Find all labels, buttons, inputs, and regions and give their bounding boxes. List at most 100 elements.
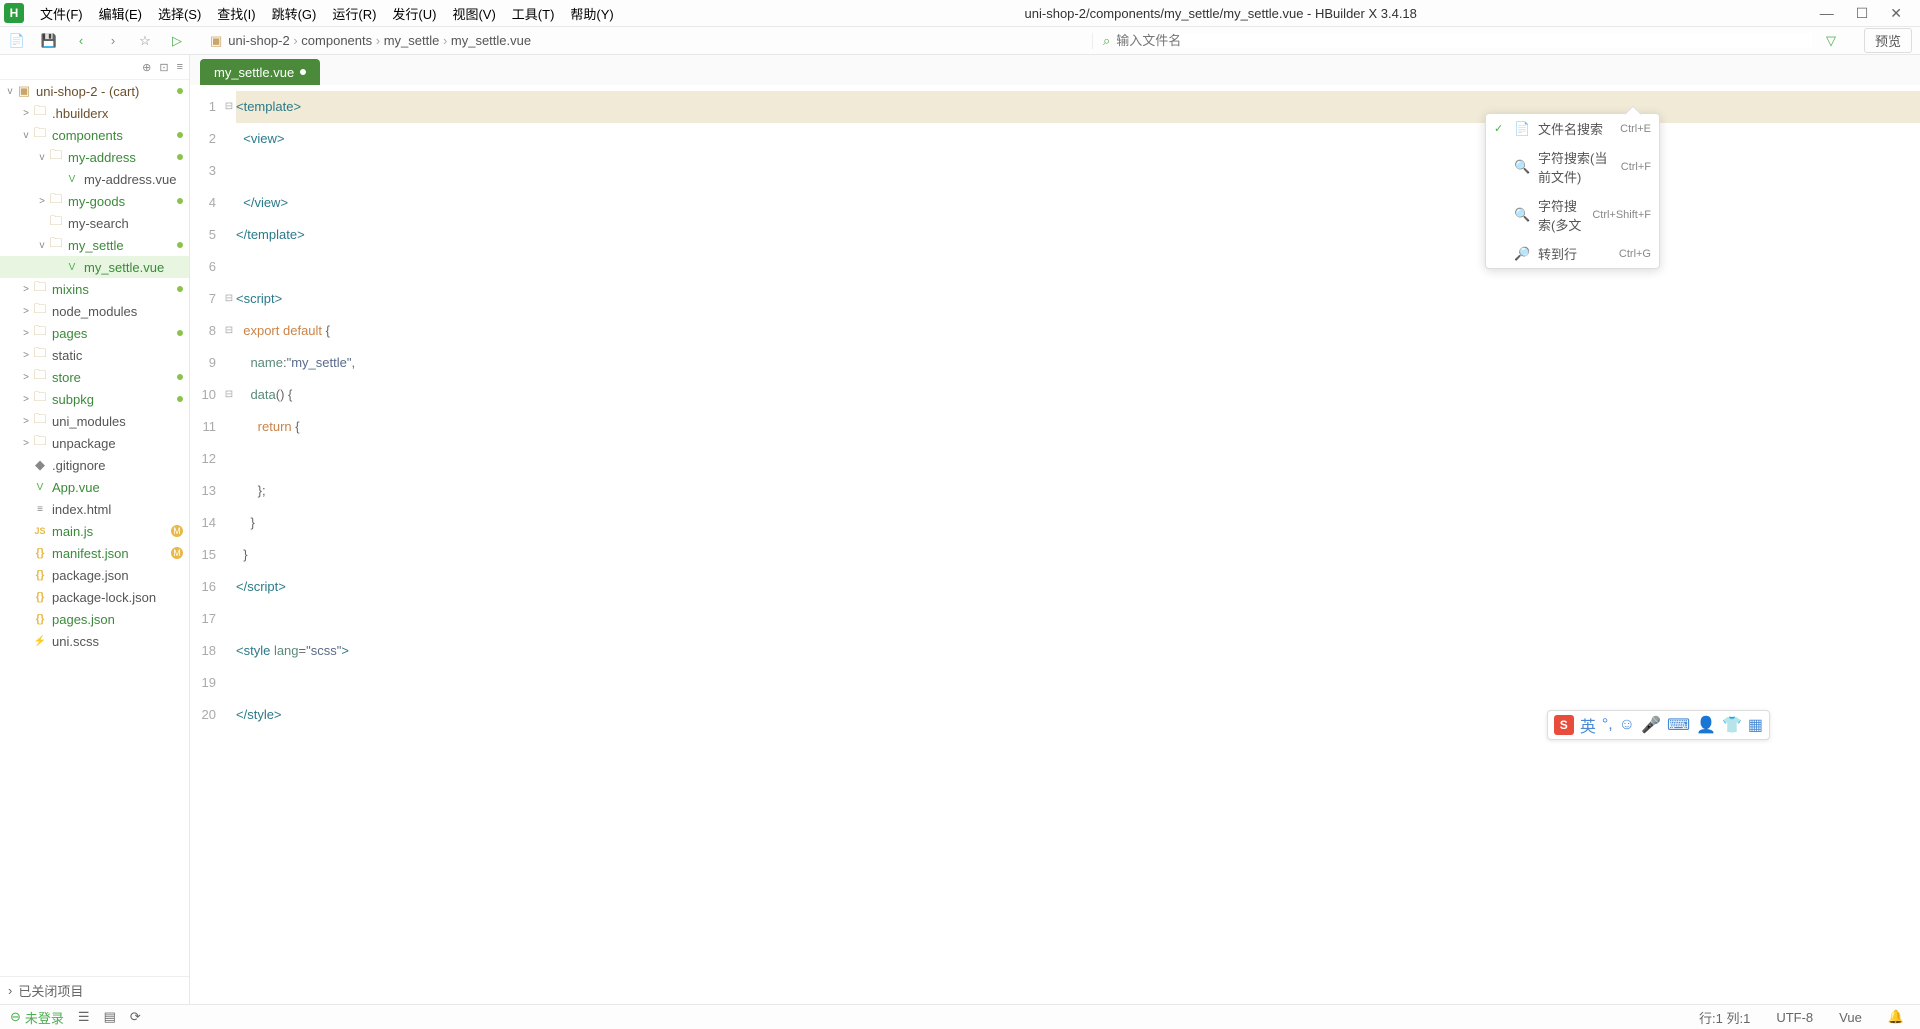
login-status[interactable]: ⊖ 未登录: [10, 1008, 64, 1027]
ime-punct-icon[interactable]: °,: [1602, 716, 1613, 734]
ime-voice-icon[interactable]: 🎤: [1641, 715, 1661, 735]
tree-item-pages[interactable]: >🗀pages: [0, 322, 189, 344]
code-line-7[interactable]: <script>: [236, 283, 1920, 315]
tree-item-pages.json[interactable]: {}pages.json: [0, 608, 189, 630]
folder-icon: 🗀: [32, 303, 48, 319]
minimize-icon[interactable]: —: [1820, 5, 1834, 22]
code-line-4[interactable]: </view>: [236, 187, 1920, 219]
tree-item-my-address.vue[interactable]: Vmy-address.vue: [0, 168, 189, 190]
code-line-5[interactable]: </template>: [236, 219, 1920, 251]
code-line-17[interactable]: [236, 603, 1920, 635]
sync-icon[interactable]: ⊡: [159, 61, 168, 74]
tree-item-mixins[interactable]: >🗀mixins: [0, 278, 189, 300]
ime-lang-icon[interactable]: 英: [1580, 713, 1596, 737]
breadcrumb-item[interactable]: my_settle.vue: [451, 33, 531, 48]
run-icon[interactable]: ▷: [168, 32, 186, 50]
tree-item-main.js[interactable]: JSmain.jsM: [0, 520, 189, 542]
menu-跳转(G)[interactable]: 跳转(G): [264, 4, 325, 23]
user-icon: ⊖: [10, 1009, 21, 1025]
ime-person-icon[interactable]: 👤: [1696, 715, 1716, 735]
project-root[interactable]: v ▣ uni-shop-2 - (cart): [0, 80, 189, 102]
star-icon[interactable]: ☆: [136, 32, 154, 50]
encoding[interactable]: UTF-8: [1770, 1010, 1819, 1025]
closed-projects[interactable]: › 已关闭项目: [0, 976, 189, 1004]
tree-item-my_settle[interactable]: v🗀my_settle: [0, 234, 189, 256]
menu-编辑(E)[interactable]: 编辑(E): [91, 4, 150, 23]
forward-icon[interactable]: ›: [104, 32, 122, 50]
breadcrumb-item[interactable]: my_settle: [384, 33, 440, 48]
tree-item-my-search[interactable]: 🗀my-search: [0, 212, 189, 234]
code-line-9[interactable]: name:"my_settle",: [236, 347, 1920, 379]
language-mode[interactable]: Vue: [1833, 1010, 1868, 1025]
ime-grid-icon[interactable]: ▦: [1748, 715, 1763, 735]
sb-terminal-icon[interactable]: ▤: [104, 1009, 116, 1025]
search-input[interactable]: [1116, 33, 1812, 48]
ime-keyboard-icon[interactable]: ⌨: [1667, 715, 1690, 735]
maximize-icon[interactable]: ☐: [1856, 5, 1869, 22]
menu-选择(S)[interactable]: 选择(S): [150, 4, 209, 23]
new-file-icon[interactable]: 📄: [8, 32, 26, 50]
code-line-13[interactable]: };: [236, 475, 1920, 507]
app-logo: H: [4, 3, 24, 23]
sb-sync-icon[interactable]: ⟳: [130, 1009, 141, 1025]
tree-item-uni_modules[interactable]: >🗀uni_modules: [0, 410, 189, 432]
filter-icon[interactable]: ▽: [1826, 33, 1836, 49]
back-icon[interactable]: ‹: [72, 32, 90, 50]
search-option-字符搜索(当前文件)[interactable]: 🔍字符搜索(当前文件)Ctrl+F: [1486, 143, 1659, 191]
menu-运行(R)[interactable]: 运行(R): [324, 4, 384, 23]
tree-item-my_settle.vue[interactable]: Vmy_settle.vue: [0, 256, 189, 278]
code-line-16[interactable]: </script>: [236, 571, 1920, 603]
code-line-2[interactable]: <view>: [236, 123, 1920, 155]
tree-item-static[interactable]: >🗀static: [0, 344, 189, 366]
code-line-3[interactable]: [236, 155, 1920, 187]
close-icon[interactable]: ✕: [1890, 5, 1902, 22]
ime-emoji-icon[interactable]: ☺: [1619, 716, 1635, 734]
save-icon[interactable]: 💾: [40, 32, 58, 50]
code-line-1[interactable]: <template>: [236, 91, 1920, 123]
tree-item-components[interactable]: v🗀components: [0, 124, 189, 146]
tree-item-subpkg[interactable]: >🗀subpkg: [0, 388, 189, 410]
sb-list-icon[interactable]: ☰: [78, 1009, 90, 1025]
code-line-6[interactable]: [236, 251, 1920, 283]
tree-item-index.html[interactable]: ≡index.html: [0, 498, 189, 520]
tree-item-package-lock.json[interactable]: {}package-lock.json: [0, 586, 189, 608]
breadcrumb-item[interactable]: uni-shop-2: [228, 33, 289, 48]
sidebar-menu-icon[interactable]: ≡: [177, 61, 183, 73]
code-line-18[interactable]: <style lang="scss">: [236, 635, 1920, 667]
code-line-10[interactable]: data() {: [236, 379, 1920, 411]
folder-icon: 🗀: [48, 193, 64, 209]
breadcrumb-item[interactable]: components: [301, 33, 372, 48]
code-line-12[interactable]: [236, 443, 1920, 475]
ime-toolbar[interactable]: S 英 °, ☺ 🎤 ⌨ 👤 👕 ▦: [1547, 710, 1770, 740]
code-line-15[interactable]: }: [236, 539, 1920, 571]
tree-item-package.json[interactable]: {}package.json: [0, 564, 189, 586]
menu-发行(U)[interactable]: 发行(U): [384, 4, 444, 23]
tree-item-.gitignore[interactable]: ◆.gitignore: [0, 454, 189, 476]
tree-item-uni.scss[interactable]: ⚡uni.scss: [0, 630, 189, 652]
tab-active[interactable]: my_settle.vue: [200, 59, 320, 85]
tree-item-my-goods[interactable]: >🗀my-goods: [0, 190, 189, 212]
notification-icon[interactable]: 🔔: [1882, 1009, 1910, 1025]
code-line-8[interactable]: export default {: [236, 315, 1920, 347]
code-line-11[interactable]: return {: [236, 411, 1920, 443]
ime-shirt-icon[interactable]: 👕: [1722, 715, 1742, 735]
tree-item-my-address[interactable]: v🗀my-address: [0, 146, 189, 168]
search-option-字符搜索(多文[interactable]: 🔍字符搜索(多文Ctrl+Shift+F: [1486, 191, 1659, 239]
search-option-转到行[interactable]: 🔎转到行Ctrl+G: [1486, 239, 1659, 268]
menu-视图(V)[interactable]: 视图(V): [444, 4, 503, 23]
code-line-14[interactable]: }: [236, 507, 1920, 539]
folder-icon: 🗀: [48, 237, 64, 253]
tree-item-node_modules[interactable]: >🗀node_modules: [0, 300, 189, 322]
collapse-all-icon[interactable]: ⊕: [142, 61, 151, 74]
tree-item-unpackage[interactable]: >🗀unpackage: [0, 432, 189, 454]
tree-item-manifest.json[interactable]: {}manifest.jsonM: [0, 542, 189, 564]
menu-工具(T)[interactable]: 工具(T): [504, 4, 563, 23]
menu-帮助(Y)[interactable]: 帮助(Y): [562, 4, 621, 23]
code-line-19[interactable]: [236, 667, 1920, 699]
tree-item-App.vue[interactable]: VApp.vue: [0, 476, 189, 498]
menu-查找(I)[interactable]: 查找(I): [209, 4, 263, 23]
menu-文件(F)[interactable]: 文件(F): [32, 4, 91, 23]
tree-item-store[interactable]: >🗀store: [0, 366, 189, 388]
tree-item-.hbuilderx[interactable]: >🗀.hbuilderx: [0, 102, 189, 124]
preview-button[interactable]: 预览: [1864, 28, 1912, 53]
